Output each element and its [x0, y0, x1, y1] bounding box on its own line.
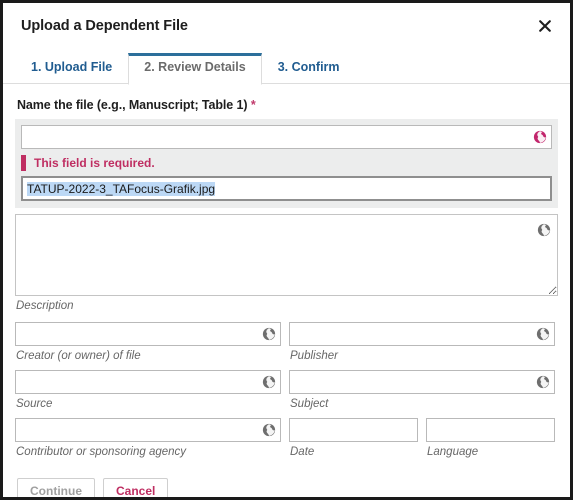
source-field: Source [15, 369, 281, 412]
name-input-wrap [21, 125, 552, 149]
close-icon[interactable] [532, 13, 558, 39]
language-input[interactable] [426, 417, 555, 442]
metadata-row: Source Subject [15, 369, 558, 412]
source-input[interactable] [15, 369, 281, 394]
name-field-group: This field is required. TATUP-2022-3_TAF… [15, 119, 558, 208]
dialog-footer: Continue Cancel [3, 466, 570, 500]
creator-input-wrap [15, 321, 281, 346]
metadata-fields: Creator (or owner) of file Publisher Sou… [15, 321, 558, 460]
filename-input-wrap: TATUP-2022-3_TAFocus-Grafik.jpg [21, 176, 552, 201]
contributor-input[interactable] [15, 417, 281, 442]
publisher-label: Publisher [290, 349, 338, 362]
date-input[interactable] [289, 417, 418, 442]
metadata-row: Contributor or sponsoring agency Date La… [15, 417, 558, 460]
language-label: Language [427, 445, 479, 458]
upload-dependent-file-dialog: Upload a Dependent File 1. Upload File 2… [0, 0, 573, 500]
source-label: Source [16, 397, 53, 410]
metadata-row: Creator (or owner) of file Publisher [15, 321, 558, 364]
description-textarea[interactable] [15, 214, 558, 296]
filename-input[interactable]: TATUP-2022-3_TAFocus-Grafik.jpg [21, 176, 552, 201]
tab-confirm[interactable]: 3. Confirm [262, 53, 356, 84]
date-field: Date [289, 417, 418, 460]
language-field: Language [426, 417, 555, 460]
dialog-title: Upload a Dependent File [21, 18, 188, 34]
close-glyph-icon [539, 20, 551, 32]
tab-upload-file[interactable]: 1. Upload File [15, 53, 128, 84]
subject-input[interactable] [289, 369, 555, 394]
contributor-label: Contributor or sponsoring agency [16, 445, 187, 458]
name-field-label: Name the file (e.g., Manuscript; Table 1… [17, 98, 558, 112]
required-asterisk: * [250, 98, 256, 112]
filename-selected-text: TATUP-2022-3_TAFocus-Grafik.jpg [27, 181, 216, 196]
subject-label: Subject [290, 397, 329, 410]
name-field-label-text: Name the file (e.g., Manuscript; Table 1… [17, 98, 248, 112]
name-input[interactable] [21, 125, 552, 149]
error-message: This field is required. [34, 156, 155, 170]
wizard-tabs: 1. Upload File 2. Review Details 3. Conf… [3, 49, 570, 85]
tab-review-details[interactable]: 2. Review Details [128, 53, 262, 85]
contributor-field: Contributor or sponsoring agency [15, 417, 281, 460]
source-input-wrap [15, 369, 281, 394]
dialog-body: Name the file (e.g., Manuscript; Table 1… [3, 84, 570, 460]
error-accent-bar [21, 155, 26, 171]
name-field-error: This field is required. [21, 149, 552, 176]
subject-field: Subject [289, 369, 555, 412]
publisher-input-wrap [289, 321, 555, 346]
creator-label: Creator (or owner) of file [16, 349, 141, 362]
language-input-wrap [426, 417, 555, 442]
contributor-input-wrap [15, 417, 281, 442]
date-label: Date [290, 445, 315, 458]
description-label: Description [16, 300, 74, 312]
date-input-wrap [289, 417, 418, 442]
publisher-input[interactable] [289, 321, 555, 346]
creator-input[interactable] [15, 321, 281, 346]
dialog-header: Upload a Dependent File [3, 3, 570, 49]
subject-input-wrap [289, 369, 555, 394]
publisher-field: Publisher [289, 321, 555, 364]
creator-field: Creator (or owner) of file [15, 321, 281, 364]
description-textarea-wrap [15, 214, 558, 296]
